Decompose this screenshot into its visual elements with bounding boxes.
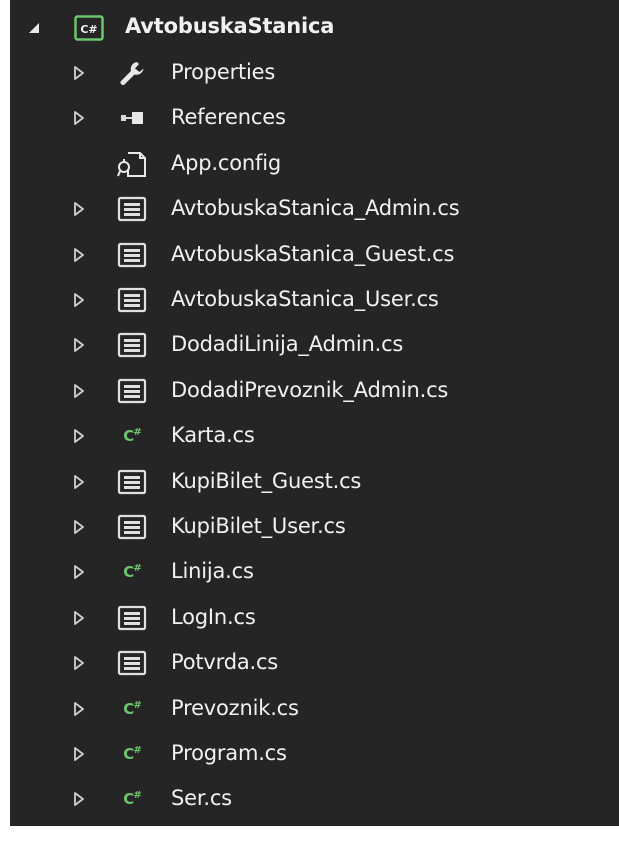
expand-arrow-icon[interactable] xyxy=(69,653,89,673)
tree-item[interactable]: DodadiLinija_Admin.cs xyxy=(10,323,619,367)
expand-arrow-icon[interactable] xyxy=(69,381,89,401)
tree-item[interactable]: AvtobuskaStanica_User.cs xyxy=(10,278,619,322)
tree-item-label: DodadiLinija_Admin.cs xyxy=(171,332,404,357)
expand-arrow-icon[interactable] xyxy=(69,472,89,492)
form-icon xyxy=(115,648,149,678)
tree-item-label: AvtobuskaStanica_Guest.cs xyxy=(171,241,455,266)
tree-item[interactable]: KupiBilet_User.cs xyxy=(10,505,619,549)
form-icon xyxy=(115,603,149,633)
tree-item[interactable]: Potvrda.cs xyxy=(10,641,619,685)
tree-item[interactable]: C# Ser.cs xyxy=(10,777,619,821)
expand-arrow-icon[interactable] xyxy=(69,108,89,128)
tree-item-label: AvtobuskaStanica_User.cs xyxy=(171,287,439,311)
form-icon xyxy=(115,240,149,270)
tree-item-label: Potvrda.cs xyxy=(171,650,279,675)
wrench-icon xyxy=(115,58,149,88)
tree-item-label: App.config xyxy=(171,150,281,175)
tree-item[interactable]: C# Program.cs xyxy=(10,732,619,776)
config-file-icon xyxy=(115,149,149,179)
tree-item-label: Ser.cs xyxy=(171,786,232,811)
tree-item[interactable]: DodadiPrevoznik_Admin.cs xyxy=(10,369,619,413)
form-icon xyxy=(115,194,149,224)
tree-item[interactable]: AvtobuskaStanica_Guest.cs xyxy=(10,233,619,277)
tree-item[interactable]: C# Linija.cs xyxy=(10,550,619,594)
csharp-file-icon: C# xyxy=(123,790,141,809)
project-name: AvtobuskaStanica xyxy=(125,14,335,38)
expand-arrow-icon[interactable] xyxy=(69,789,89,809)
tree-item-label: AvtobuskaStanica_Admin.cs xyxy=(171,196,460,221)
csharp-file-icon: C# xyxy=(123,563,141,582)
tree-item-label: Karta.cs xyxy=(171,423,255,448)
form-icon xyxy=(115,467,149,497)
csharp-file-icon: C# xyxy=(123,699,141,718)
tree-item[interactable]: AvtobuskaStanica_Admin.cs xyxy=(10,187,619,231)
tree-item[interactable]: LogIn.cs xyxy=(10,596,619,640)
csharp-file-icon: C# xyxy=(123,745,141,763)
tree-item-label: Prevoznik.cs xyxy=(171,695,299,720)
tree-item-label: LogIn.cs xyxy=(171,604,256,629)
tree-item[interactable]: References xyxy=(10,96,619,140)
tree-item-label: References xyxy=(171,105,286,130)
expand-arrow-icon[interactable] xyxy=(69,562,89,582)
tree-item-label: DodadiPrevoznik_Admin.cs xyxy=(171,377,449,402)
references-icon xyxy=(115,103,149,133)
expand-arrow-icon[interactable] xyxy=(69,699,89,719)
tree-item[interactable]: App.config xyxy=(10,142,619,186)
form-icon xyxy=(115,285,149,315)
form-icon xyxy=(115,512,149,542)
tree-item[interactable]: KupiBilet_Guest.cs xyxy=(10,460,619,504)
expand-arrow-icon[interactable] xyxy=(69,199,89,219)
svg-text:C#: C# xyxy=(80,23,97,36)
expand-arrow-icon[interactable] xyxy=(69,608,89,628)
expand-arrow-icon[interactable] xyxy=(69,63,89,83)
tree-item-label: KupiBilet_User.cs xyxy=(171,514,346,538)
tree-item[interactable]: C# Prevoznik.cs xyxy=(10,687,619,731)
solution-explorer-tree: C# AvtobuskaStanica Properties References… xyxy=(10,0,619,826)
expand-arrow-icon[interactable] xyxy=(69,426,89,446)
form-icon xyxy=(115,330,149,360)
expand-arrow-icon[interactable] xyxy=(69,245,89,265)
tree-item-label: Program.cs xyxy=(171,741,287,765)
form-icon xyxy=(115,376,149,406)
tree-item-label: KupiBilet_Guest.cs xyxy=(171,468,362,493)
collapse-arrow-icon[interactable] xyxy=(24,18,44,38)
tree-item[interactable]: C# Karta.cs xyxy=(10,414,619,458)
project-node[interactable]: C# AvtobuskaStanica xyxy=(10,6,619,50)
tree-item-label: Linija.cs xyxy=(171,559,254,584)
expand-arrow-icon[interactable] xyxy=(69,335,89,355)
csharp-file-icon: C# xyxy=(123,427,141,446)
expand-arrow-icon[interactable] xyxy=(69,517,89,537)
expand-arrow-icon[interactable] xyxy=(69,744,89,764)
csharp-project-icon: C# xyxy=(72,13,106,43)
tree-item-label: Properties xyxy=(171,60,276,84)
expand-arrow-icon[interactable] xyxy=(69,290,89,310)
tree-item[interactable]: Properties xyxy=(10,51,619,95)
